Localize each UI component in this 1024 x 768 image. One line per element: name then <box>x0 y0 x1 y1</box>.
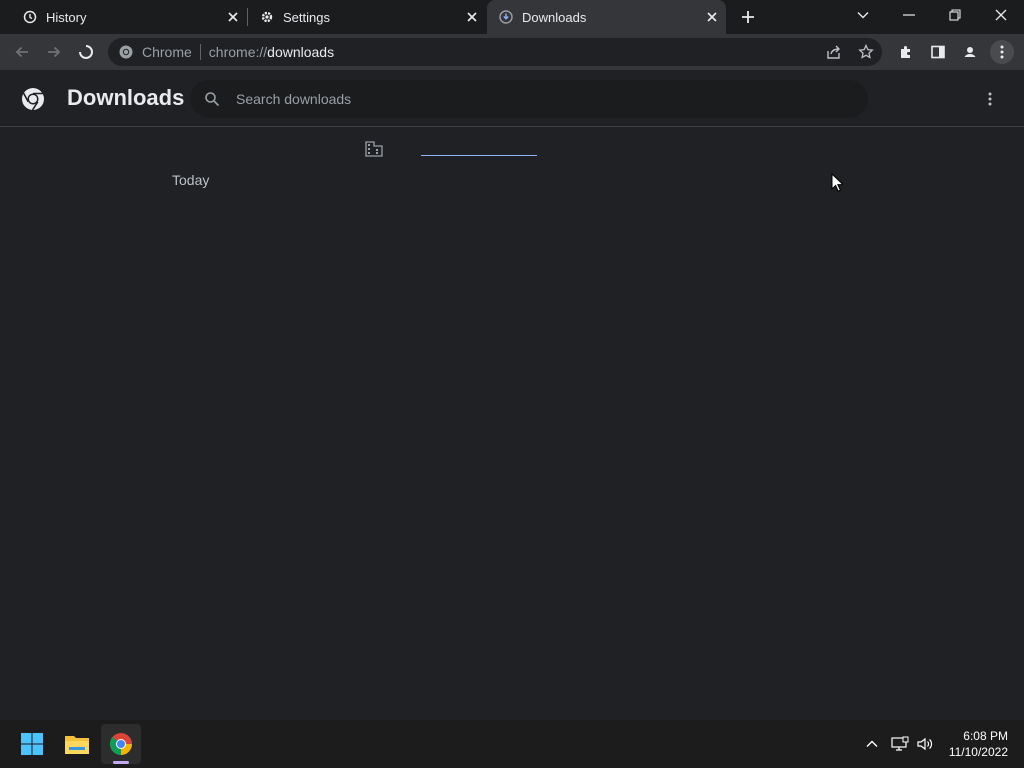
tab-settings[interactable]: Settings <box>248 0 486 34</box>
profile-avatar-icon[interactable] <box>958 40 982 64</box>
address-bar[interactable]: Chrome chrome:// downloads <box>108 38 882 66</box>
system-clock[interactable]: 6:08 PM 11/10/2022 <box>944 728 1008 760</box>
search-box[interactable] <box>190 80 868 118</box>
clock-date: 11/10/2022 <box>948 745 1008 759</box>
running-indicator <box>113 761 129 764</box>
history-icon <box>22 9 38 25</box>
minimize-button[interactable] <box>896 4 922 26</box>
url-prefix: chrome:// <box>208 44 268 60</box>
tab-search-chevron-icon[interactable] <box>850 4 876 26</box>
windows-taskbar: 6:08 PM 11/10/2022 <box>0 720 1024 768</box>
chrome-scheme-label: Chrome <box>142 44 192 60</box>
file-explorer-icon[interactable] <box>57 724 97 764</box>
close-tab-icon[interactable] <box>704 9 720 25</box>
managed-by-organization-icon <box>365 141 383 157</box>
mouse-cursor-icon <box>831 172 845 192</box>
tab-title: Settings <box>283 9 330 25</box>
stop-loading-button[interactable] <box>74 40 98 64</box>
download-icon <box>498 9 514 25</box>
url-path: downloads <box>267 44 335 60</box>
page-title: Downloads <box>67 85 185 110</box>
new-tab-button[interactable] <box>738 7 758 27</box>
back-button[interactable] <box>10 40 34 64</box>
close-window-button[interactable] <box>988 4 1014 26</box>
tab-strip: History Settings Downloads <box>0 0 1024 34</box>
gear-icon <box>259 9 275 25</box>
tab-history[interactable]: History <box>0 0 247 34</box>
tab-downloads[interactable]: Downloads <box>487 0 726 34</box>
forward-button[interactable] <box>42 40 66 64</box>
bookmark-star-icon[interactable] <box>854 40 878 64</box>
show-hidden-icons-chevron-icon[interactable] <box>862 734 882 754</box>
volume-icon[interactable] <box>915 734 935 754</box>
omnibox-divider <box>199 44 201 60</box>
search-icon <box>204 91 220 107</box>
extensions-puzzle-icon[interactable] <box>894 40 918 64</box>
clock-time: 6:08 PM <box>963 729 1008 743</box>
managed-link-underline[interactable] <box>421 155 537 156</box>
close-tab-icon[interactable] <box>464 9 480 25</box>
close-tab-icon[interactable] <box>225 9 241 25</box>
browser-toolbar: Chrome chrome:// downloads <box>0 34 1024 70</box>
search-input[interactable] <box>236 80 836 118</box>
restore-button[interactable] <box>942 4 968 26</box>
chrome-icon <box>118 44 134 60</box>
start-button[interactable] <box>12 724 52 764</box>
more-actions-icon[interactable] <box>980 89 1000 109</box>
date-section-header: Today <box>172 172 210 188</box>
downloads-header: Downloads <box>0 70 1024 127</box>
network-icon[interactable] <box>890 734 910 754</box>
tab-title: Downloads <box>522 9 587 25</box>
chrome-logo-icon <box>20 86 46 112</box>
chrome-taskbar-icon[interactable] <box>101 724 141 764</box>
share-icon[interactable] <box>822 40 846 64</box>
chrome-menu-icon[interactable] <box>990 40 1014 64</box>
tab-title: History <box>46 9 87 25</box>
side-panel-icon[interactable] <box>926 40 950 64</box>
